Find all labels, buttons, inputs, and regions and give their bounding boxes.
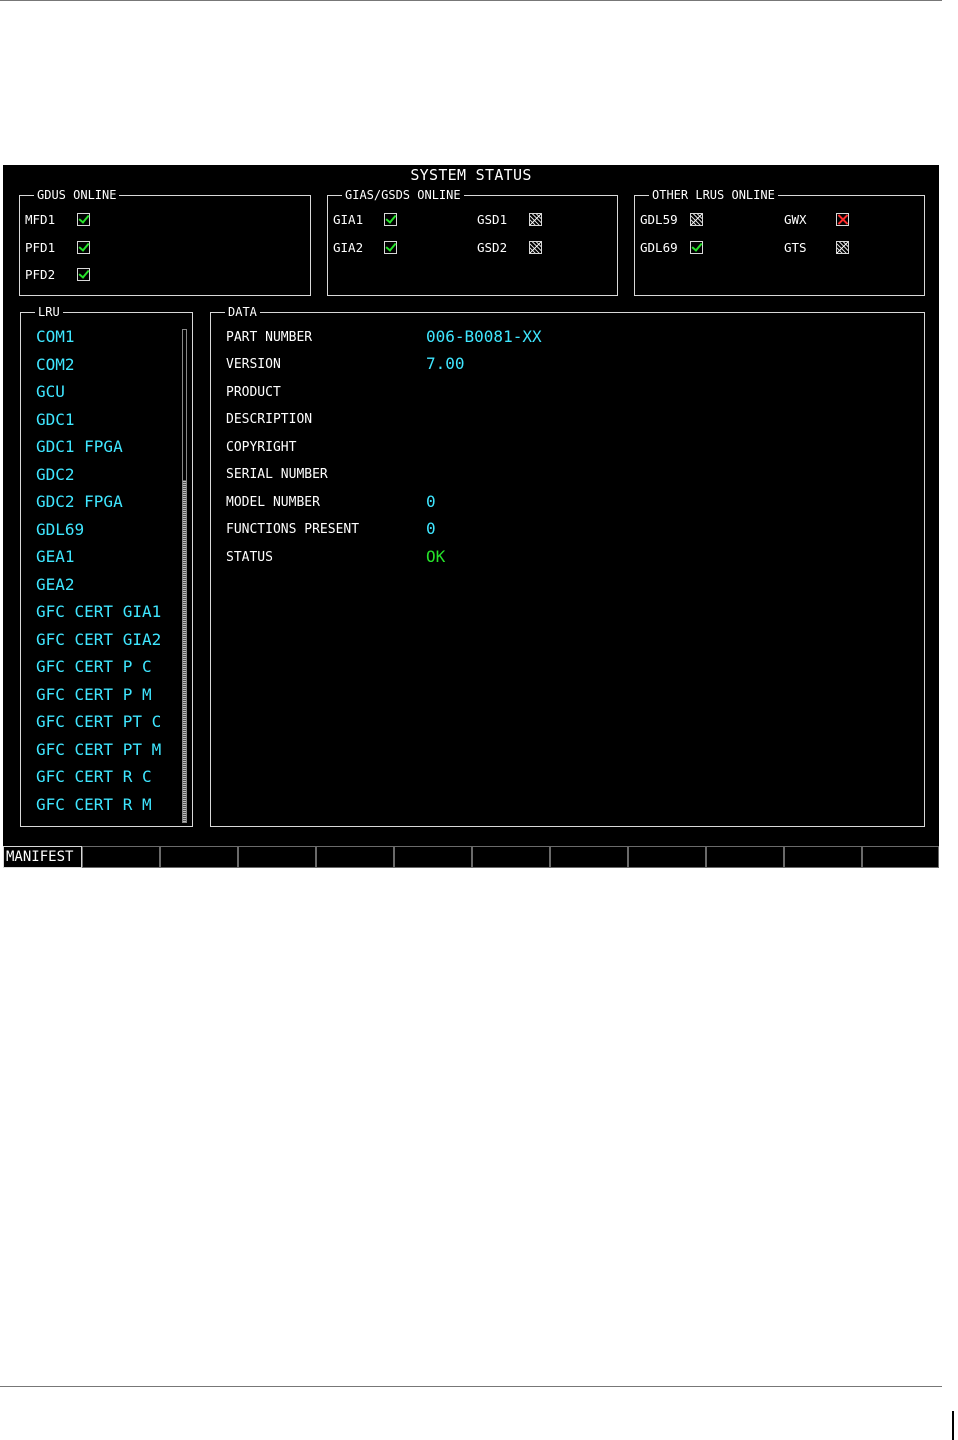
lru-list-item[interactable]: COM1 — [36, 327, 75, 347]
gia-label-gia1: GIA1 — [333, 212, 364, 227]
softkey-5[interactable] — [316, 846, 394, 868]
hatched-box-icon — [836, 241, 849, 254]
gdus-online-panel: GDUS ONLINE MFD1 PFD1 PFD2 — [19, 187, 311, 296]
lru-scrollbar[interactable] — [182, 329, 187, 823]
gia-label-gia2: GIA2 — [333, 240, 364, 255]
softkey-2[interactable] — [82, 846, 160, 868]
other-lrus-online-panel: OTHER LRUS ONLINE GDL59 GDL69 GWX GTS — [634, 187, 925, 296]
gias-gsds-online-panel: GIAS/GSDS ONLINE GIA1 GIA2 GSD1 GSD2 — [327, 187, 618, 296]
lru-list-item[interactable]: GFC CERT PT M — [36, 740, 161, 760]
data-label-functions-present: FUNCTIONS PRESENT — [226, 522, 360, 537]
softkey-3[interactable] — [160, 846, 238, 868]
hatched-box-icon — [529, 241, 542, 254]
lru-list-item[interactable]: GDC2 FPGA — [36, 492, 123, 512]
softkey-9[interactable] — [628, 846, 706, 868]
data-label-status: STATUS — [226, 550, 273, 565]
lru-list-item[interactable]: GFC CERT GIA2 — [36, 630, 161, 650]
data-value-status: OK — [426, 547, 446, 566]
check-icon — [690, 241, 703, 254]
softkey-12[interactable] — [862, 846, 939, 868]
gsd-label-gsd2: GSD2 — [477, 240, 508, 255]
softkey-11[interactable] — [784, 846, 862, 868]
lru-list-item[interactable]: GEA1 — [36, 547, 75, 567]
page-title: SYSTEM STATUS — [410, 166, 532, 184]
lru-label-gdl69: GDL69 — [640, 240, 678, 255]
gdu-label-pfd1: PFD1 — [25, 240, 56, 255]
softkey-7[interactable] — [472, 846, 550, 868]
page-edge-marker — [952, 1411, 954, 1440]
lru-list-item[interactable]: GFC CERT R M — [36, 795, 152, 815]
lru-list-item[interactable]: COM2 — [36, 355, 75, 375]
data-label-copyright: COPYRIGHT — [226, 440, 297, 455]
softkey-6[interactable] — [394, 846, 472, 868]
lru-list-legend: LRU — [35, 304, 63, 320]
softkey-bar: MANIFEST — [3, 846, 939, 868]
check-icon — [77, 213, 90, 226]
lru-label-gts: GTS — [784, 240, 807, 255]
check-icon — [384, 213, 397, 226]
lru-list-item[interactable]: GFC CERT GIA1 — [36, 602, 161, 622]
lru-label-gwx: GWX — [784, 212, 807, 227]
data-label-part-number: PART NUMBER — [226, 330, 313, 345]
lru-list-item[interactable]: GDL69 — [36, 520, 84, 540]
softkey-4[interactable] — [238, 846, 316, 868]
check-icon — [384, 241, 397, 254]
bottom-rule — [0, 1386, 942, 1387]
data-label-product: PRODUCT — [226, 385, 281, 400]
lru-list-item[interactable]: GDC2 — [36, 465, 75, 485]
data-value-functions-present: 0 — [426, 519, 436, 538]
gias-gsds-online-legend: GIAS/GSDS ONLINE — [342, 187, 464, 203]
lru-list-item[interactable]: GFC CERT PT C — [36, 712, 161, 732]
red-x-icon — [836, 213, 849, 226]
hatched-box-icon — [690, 213, 703, 226]
other-lrus-online-legend: OTHER LRUS ONLINE — [649, 187, 778, 203]
lru-list-item[interactable]: GFC CERT P M — [36, 685, 152, 705]
data-value-part-number: 006-B0081-XX — [426, 327, 542, 346]
lru-list-item[interactable]: GEA2 — [36, 575, 75, 595]
data-value-model-number: 0 — [426, 492, 436, 511]
gdu-label-mfd1: MFD1 — [25, 212, 56, 227]
data-label-description: DESCRIPTION — [226, 412, 313, 427]
gdu-label-pfd2: PFD2 — [25, 267, 56, 282]
lru-list-panel[interactable]: LRU COM1 COM2 GCU GDC1 GDC1 FPGA GDC2 GD… — [20, 304, 193, 827]
gdus-online-legend: GDUS ONLINE — [34, 187, 120, 203]
data-label-version: VERSION — [226, 357, 281, 372]
lru-label-gdl59: GDL59 — [640, 212, 678, 227]
data-label-serial-number: SERIAL NUMBER — [226, 467, 328, 482]
data-panel: DATA PART NUMBER 006-B0081-XX VERSION 7.… — [210, 304, 925, 827]
softkey-10[interactable] — [706, 846, 784, 868]
data-legend: DATA — [225, 304, 260, 320]
lru-list-item[interactable]: GFC CERT R C — [36, 767, 152, 787]
hatched-box-icon — [529, 213, 542, 226]
lru-list-item[interactable]: GDC1 — [36, 410, 75, 430]
gsd-label-gsd1: GSD1 — [477, 212, 508, 227]
lru-scrollbar-thumb[interactable] — [183, 480, 186, 822]
check-icon — [77, 241, 90, 254]
softkey-manifest[interactable]: MANIFEST — [3, 846, 82, 868]
system-status-screen: SYSTEM STATUS GDUS ONLINE MFD1 PFD1 PFD2… — [3, 165, 939, 868]
lru-list-item[interactable]: GFC CERT P C — [36, 657, 152, 677]
softkey-8[interactable] — [550, 846, 628, 868]
check-icon — [77, 268, 90, 281]
lru-list-item[interactable]: GDC1 FPGA — [36, 437, 123, 457]
lru-list-item[interactable]: GCU — [36, 382, 65, 402]
data-value-version: 7.00 — [426, 354, 465, 373]
data-label-model-number: MODEL NUMBER — [226, 495, 320, 510]
top-rule — [0, 0, 942, 1]
